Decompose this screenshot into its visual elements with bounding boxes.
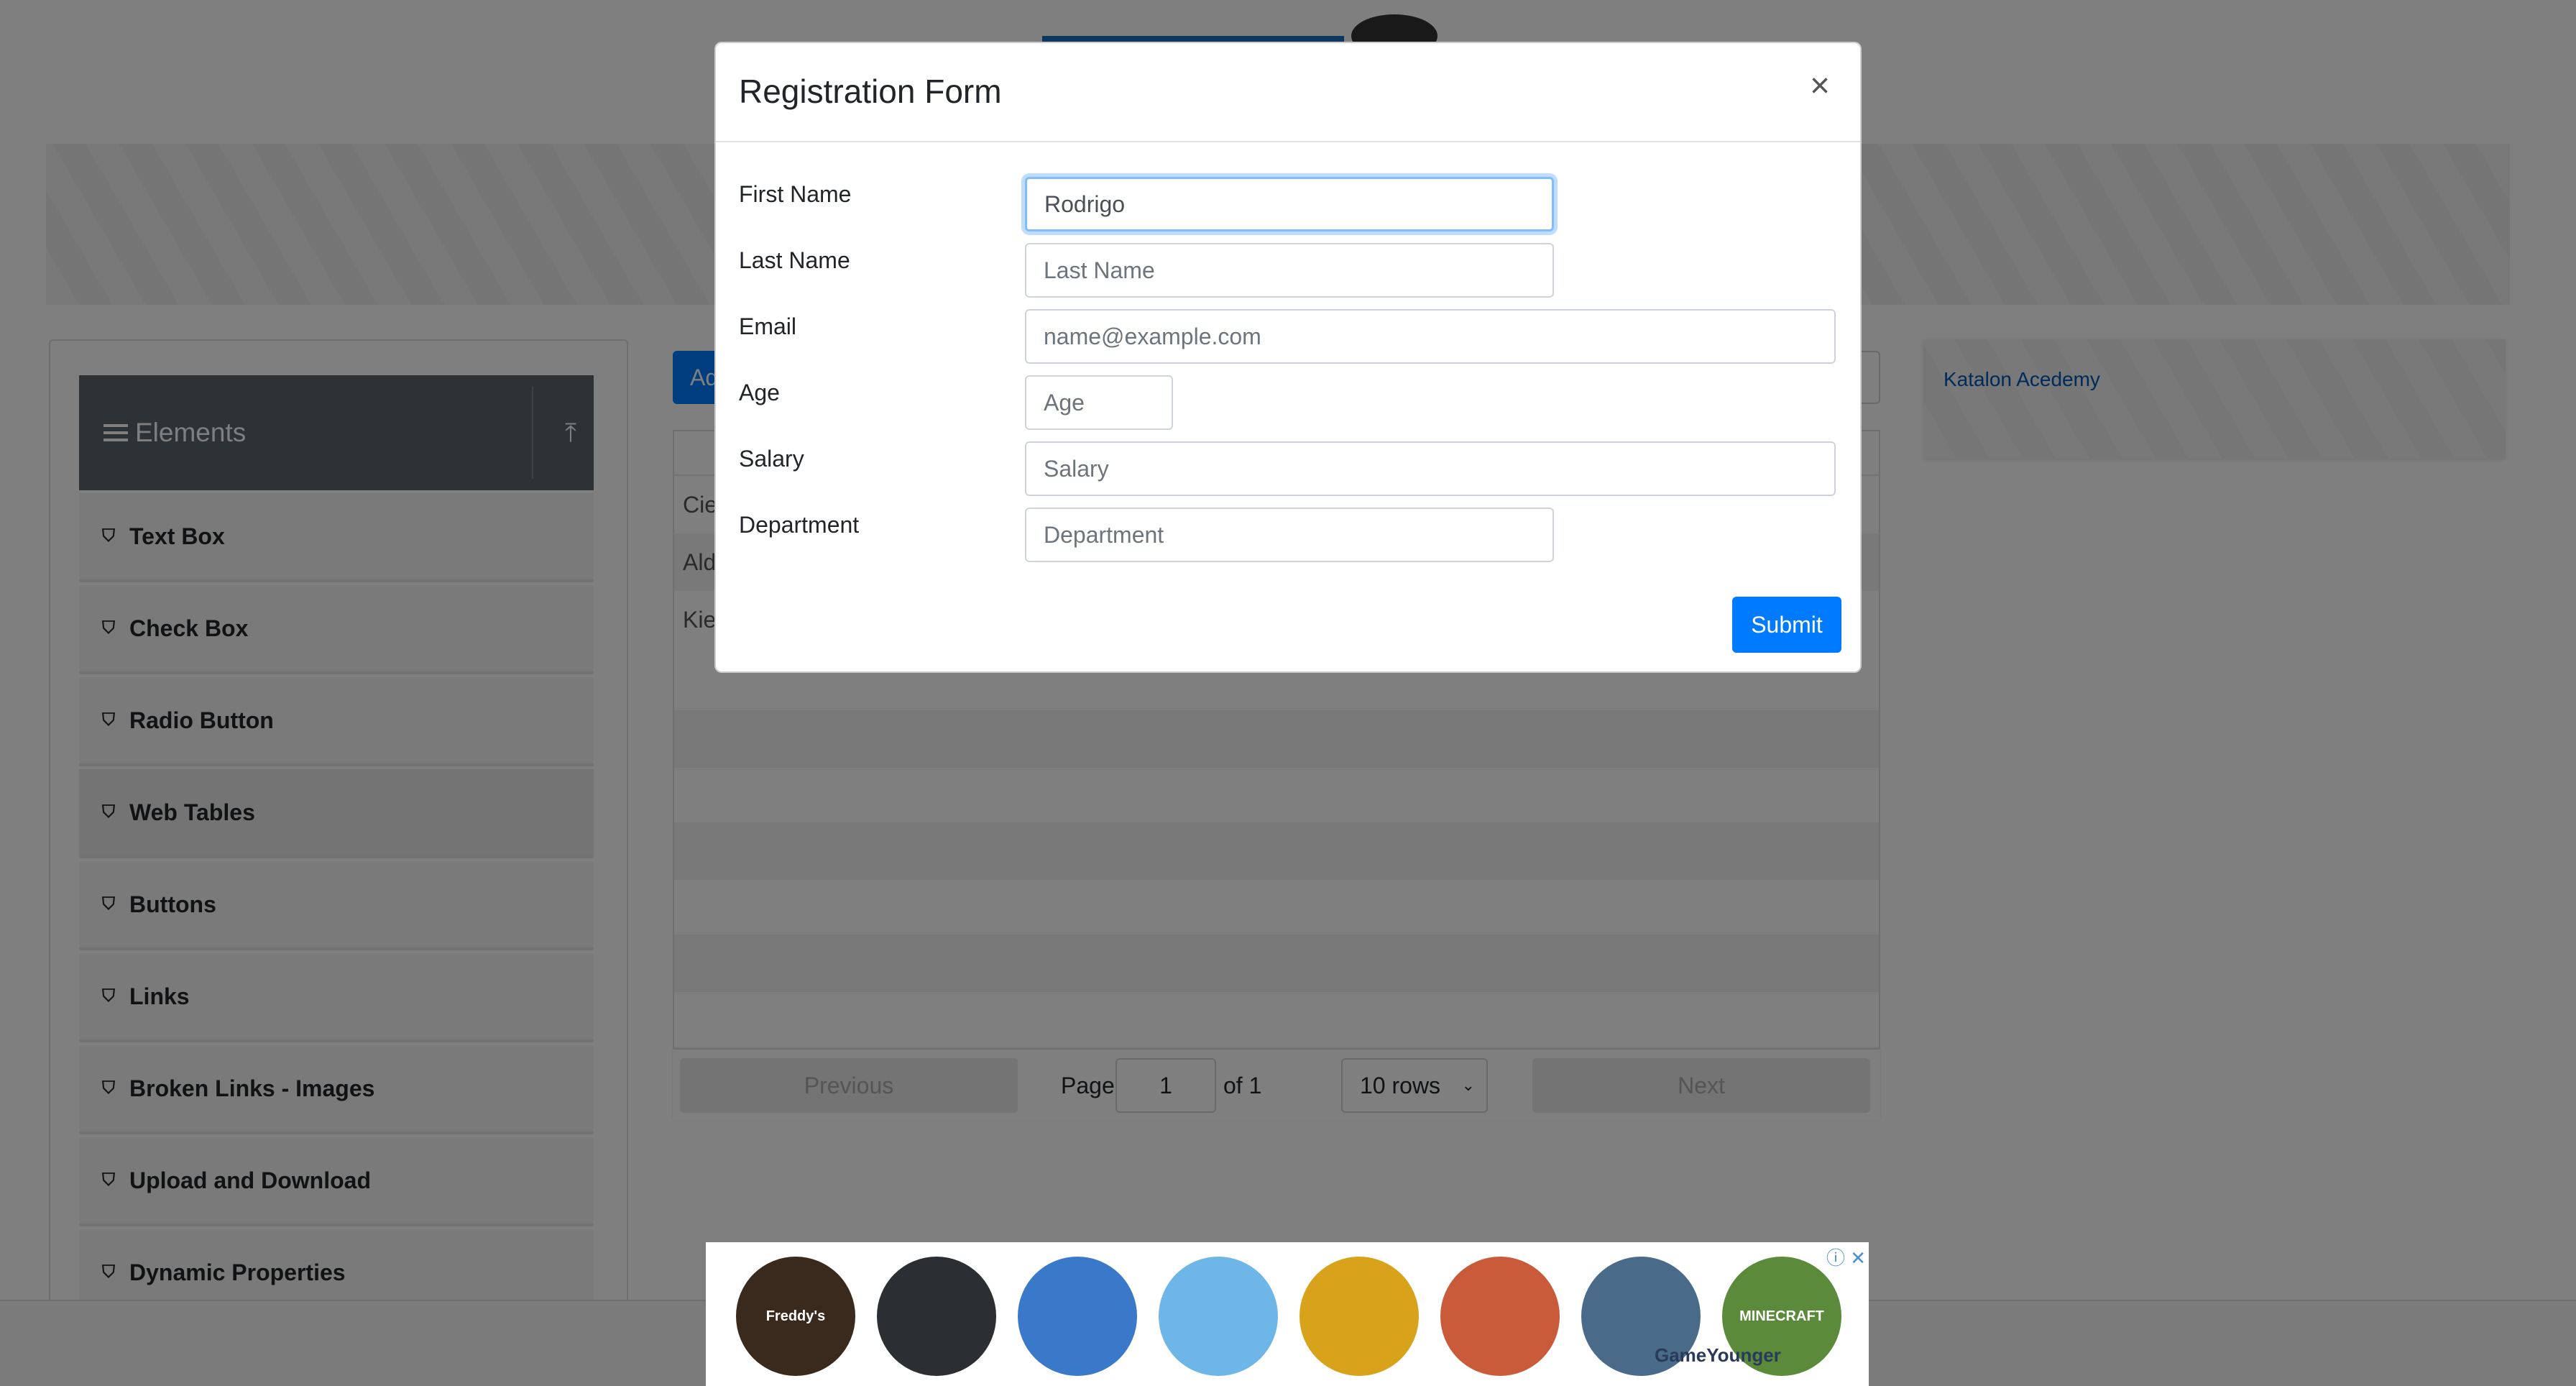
age-label: Age: [739, 380, 780, 405]
game-icon-subway-surfers[interactable]: [1440, 1257, 1560, 1376]
game-icon-hill-climb-racing[interactable]: [1159, 1257, 1278, 1376]
last-name-label: Last Name: [739, 247, 850, 273]
modal-header: Registration Form ×: [716, 43, 1860, 142]
department-input[interactable]: [1025, 508, 1554, 562]
registration-modal: Registration Form × First Name Last Name…: [714, 42, 1862, 673]
department-label: Department: [739, 512, 860, 538]
last-name-input[interactable]: [1025, 243, 1554, 298]
age-input[interactable]: [1025, 375, 1173, 430]
game-icon-label: MINECRAFT: [1739, 1308, 1824, 1324]
submit-button[interactable]: Submit: [1732, 597, 1841, 653]
salary-label: Salary: [739, 446, 804, 472]
game-icon-label: Freddy's: [765, 1308, 826, 1324]
close-icon[interactable]: ×: [1803, 69, 1837, 104]
game-icon-temple-run[interactable]: [1300, 1257, 1419, 1376]
email-label: Email: [739, 313, 797, 339]
first-name-label: First Name: [739, 181, 852, 207]
game-ad-banner[interactable]: ⓘ ✕ Freddy's MINECRAFT GameYounger: [706, 1242, 1869, 1386]
salary-input[interactable]: [1025, 441, 1836, 496]
first-name-input[interactable]: [1025, 177, 1554, 231]
game-icon-roblox[interactable]: [877, 1257, 996, 1376]
email-input[interactable]: [1025, 309, 1836, 364]
ad-watermark: GameYounger: [1655, 1344, 1781, 1366]
game-icon-fortnite[interactable]: [1018, 1257, 1137, 1376]
game-icon-five-nights-at-freddys[interactable]: Freddy's: [736, 1257, 855, 1376]
modal-title: Registration Form: [739, 73, 1002, 110]
adchoices-close-icon[interactable]: ⓘ ✕: [1826, 1244, 1866, 1270]
